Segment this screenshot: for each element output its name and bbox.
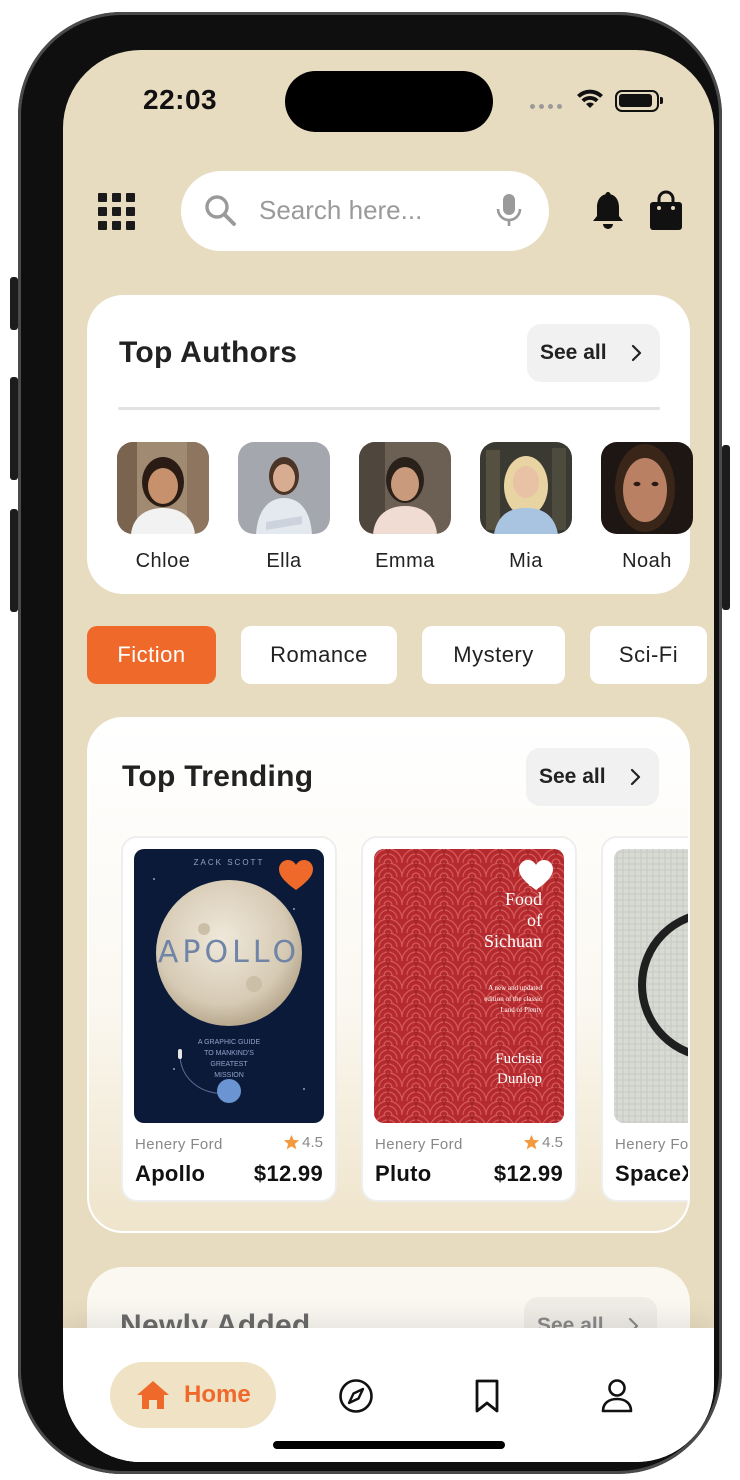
book-cover (614, 849, 688, 1123)
author-name: Noah (622, 550, 672, 572)
battery-icon (615, 90, 663, 112)
author-avatar (480, 442, 572, 534)
top-authors-card: Top Authors See all Chloe Ella Emma Mia … (87, 295, 693, 594)
search-bar[interactable] (181, 171, 549, 251)
author-item[interactable]: Ella (238, 442, 330, 573)
top-authors-title: Top Authors (119, 336, 298, 369)
cover-title-text: APOLLO (157, 935, 301, 970)
star-icon (523, 1134, 540, 1150)
cover-title-line3: of (527, 910, 542, 930)
book-title: Pluto (375, 1161, 432, 1186)
cover-title-line2: Food (504, 889, 542, 909)
genre-chip-sci-fi[interactable]: Sci-Fi (590, 626, 707, 684)
genre-chip-mystery[interactable]: Mystery (422, 626, 565, 684)
genre-chip-romance[interactable]: Romance (241, 626, 397, 684)
action-button (10, 277, 18, 330)
tab-home-label: Home (184, 1381, 251, 1408)
rating-value: 4.5 (542, 1134, 563, 1151)
heart-outline-icon[interactable] (518, 859, 554, 891)
rating-value: 4.5 (302, 1134, 323, 1151)
author-item[interactable]: Noah (601, 442, 693, 573)
book-card[interactable]: Henery Fo SpaceX (601, 836, 690, 1202)
book-title: SpaceX (615, 1161, 690, 1186)
phone-frame: 22:03 Search here... Top Authors See all… (18, 12, 722, 1474)
author-avatar (601, 442, 693, 534)
book-cover-art (614, 849, 688, 1123)
cover-blurb: A new and updated edition of the classic… (484, 984, 542, 1014)
tab-home[interactable]: Home (110, 1362, 276, 1428)
dynamic-island (285, 71, 493, 132)
author-item[interactable]: Mia (480, 442, 572, 573)
notification-bell-icon[interactable] (590, 191, 626, 231)
cover-author-last: Dunlop (497, 1071, 542, 1087)
chevron-right-icon (630, 768, 641, 786)
book-cover: ZACK SCOTT APOLLO A GRAPHIC GUIDE TO MAN… (134, 849, 324, 1123)
book-card[interactable]: ZACK SCOTT APOLLO A GRAPHIC GUIDE TO MAN… (121, 836, 337, 1202)
book-author: Henery Ford (135, 1136, 223, 1153)
menu-grid-icon[interactable] (98, 193, 135, 230)
search-input[interactable] (259, 195, 479, 226)
power-button (722, 445, 730, 610)
bottom-tab-bar: Home (63, 1328, 714, 1462)
book-price: $12.99 (253, 1161, 323, 1186)
microphone-icon[interactable] (494, 192, 524, 230)
author-avatar (359, 442, 451, 534)
cellular-signal-icon (530, 104, 564, 110)
see-all-label: See all (539, 765, 606, 788)
top-trending-see-all-button[interactable]: See all (526, 748, 659, 806)
star-icon (283, 1134, 300, 1150)
divider (118, 407, 660, 410)
genre-chip-fiction[interactable]: Fiction (87, 626, 216, 684)
author-item[interactable]: Chloe (117, 442, 209, 573)
book-title: Apollo (135, 1161, 206, 1186)
book-rating: 4.5 (283, 1134, 323, 1151)
bookmark-icon[interactable] (473, 1378, 501, 1414)
see-all-label: See all (540, 341, 607, 364)
home-indicator (273, 1441, 505, 1449)
author-avatar (117, 442, 209, 534)
book-author: Henery Fo (615, 1136, 689, 1153)
book-rating: 4.5 (523, 1134, 563, 1151)
book-price: $12.99 (493, 1161, 563, 1186)
author-name: Chloe (135, 550, 191, 572)
book-card[interactable]: T Food of Sichuan A new and updated edit… (361, 836, 577, 1202)
cover-tagline-text: A GRAPHIC GUIDE TO MANKIND'S GREATEST MI… (197, 1039, 261, 1079)
home-icon (137, 1381, 169, 1409)
author-item[interactable]: Emma (359, 442, 451, 573)
heart-filled-icon[interactable] (278, 859, 314, 891)
compass-icon[interactable] (338, 1378, 374, 1414)
top-trending-card: Top Trending See all ZACK SCOTT APOLLO A… (87, 717, 690, 1233)
search-icon (205, 195, 236, 226)
top-authors-see-all-button[interactable]: See all (527, 324, 660, 382)
volume-up-button (10, 377, 18, 480)
author-name: Mia (509, 550, 543, 572)
book-cover: T Food of Sichuan A new and updated edit… (374, 849, 564, 1123)
cover-title-line4: Sichuan (484, 931, 542, 951)
wifi-icon (577, 89, 603, 108)
author-name: Emma (375, 550, 435, 572)
author-name: Ella (266, 550, 302, 572)
top-trending-title: Top Trending (122, 760, 314, 793)
book-author: Henery Ford (375, 1136, 463, 1153)
app-screen: 22:03 Search here... Top Authors See all… (63, 50, 714, 1462)
chevron-right-icon (631, 344, 642, 362)
volume-down-button (10, 509, 18, 612)
author-avatar (238, 442, 330, 534)
cover-author-first: Fuchsia (495, 1051, 542, 1067)
status-time: 22:03 (143, 84, 218, 115)
profile-icon[interactable] (600, 1378, 634, 1414)
shopping-bag-icon[interactable] (648, 190, 684, 232)
